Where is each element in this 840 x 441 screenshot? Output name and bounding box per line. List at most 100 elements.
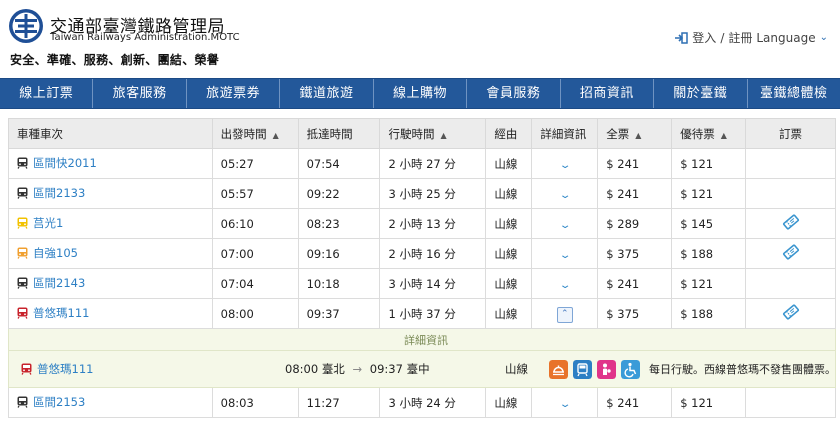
train-link[interactable]: 普悠瑪111 <box>17 305 89 321</box>
register-link[interactable]: 註冊 <box>728 29 752 46</box>
nav-item-checkup[interactable]: 臺鐵總體檢 <box>748 79 840 108</box>
detail-toggle[interactable]: ⌄ <box>531 238 599 269</box>
train-link[interactable]: 自強105 <box>17 245 78 261</box>
col-discount-fare[interactable]: 優待票 ▲ <box>671 118 747 149</box>
duration: 1 小時 37 分 <box>379 298 487 329</box>
train-icon <box>17 157 28 169</box>
discount-fare: $ 145 <box>671 208 747 239</box>
detail-toggle[interactable]: ⌄ <box>531 268 599 299</box>
booking-cell[interactable] <box>745 298 836 329</box>
nav-item-travel-tickets[interactable]: 旅遊票券 <box>187 79 281 108</box>
table-row[interactable]: 區間2133 05:57 09:22 3 小時 25 分 山線 ⌄ $ 241 … <box>8 178 836 209</box>
full-fare: $ 241 <box>597 268 673 299</box>
nav-item-online-booking[interactable]: 線上訂票 <box>0 79 94 108</box>
detail-toggle[interactable]: ⌄ <box>531 208 599 239</box>
train-link[interactable]: 區間2133 <box>17 185 85 201</box>
train-icon <box>21 363 32 375</box>
via: 山線 <box>485 148 533 179</box>
expand-detail-icon[interactable]: ⌄ <box>559 250 572 261</box>
separator: / <box>720 30 725 45</box>
full-fare: $ 241 <box>597 178 673 209</box>
expand-detail-icon[interactable]: ⌄ <box>559 160 572 171</box>
user-links: 登入 / 註冊 Language ⌄ <box>674 29 828 46</box>
col-depart[interactable]: 出發時間 ▲ <box>211 118 299 149</box>
col-arrive: 抵達時間 <box>297 118 381 149</box>
depart-time: 06:10 <box>211 208 299 239</box>
detail-row: 普悠瑪111 08:00 臺北 → 09:37 臺中 山線 每日行駛。西線普悠瑪… <box>8 350 836 388</box>
nav-item-about[interactable]: 關於臺鐵 <box>654 79 748 108</box>
nav-item-passenger-service[interactable]: 旅客服務 <box>93 79 187 108</box>
feature-icons <box>549 359 640 379</box>
expand-detail-icon[interactable]: ⌄ <box>559 399 572 410</box>
bicycle-icon <box>573 359 592 379</box>
login-link[interactable]: 登入 <box>692 29 716 46</box>
table-row[interactable]: 區間2153 08:03 11:27 3 小時 24 分 山線 ⌄ $ 241 … <box>8 387 836 418</box>
detail-train-link[interactable]: 普悠瑪111 <box>21 361 93 377</box>
expand-detail-icon[interactable]: ⌄ <box>559 280 572 291</box>
duration: 2 小時 16 分 <box>379 238 487 269</box>
sort-icon[interactable]: ▲ <box>635 131 641 140</box>
full-fare: $ 241 <box>597 387 673 418</box>
detail-header-row: 詳細資訊 <box>8 328 836 351</box>
arrive-time: 09:22 <box>297 178 381 209</box>
arrive-time: 11:27 <box>297 387 381 418</box>
train-icon <box>17 277 28 289</box>
expand-detail-icon[interactable]: ⌄ <box>559 190 572 201</box>
tra-logo-icon[interactable] <box>8 8 44 44</box>
site-header: 交通部臺灣鐵路管理局 Taiwan Railways Administratio… <box>0 0 840 78</box>
via: 山線 <box>485 178 533 209</box>
depart-time: 08:03 <box>211 387 299 418</box>
ticket-icon[interactable] <box>782 243 800 261</box>
col-full-fare[interactable]: 全票 ▲ <box>597 118 673 149</box>
full-fare: $ 375 <box>597 238 673 269</box>
detail-toggle[interactable]: ⌄ <box>531 387 599 418</box>
train-link[interactable]: 莒光1 <box>17 215 63 231</box>
booking-cell[interactable] <box>745 208 836 239</box>
via: 山線 <box>485 238 533 269</box>
detail-toggle[interactable]: ⌃ <box>531 298 599 329</box>
detail-toggle[interactable]: ⌄ <box>531 148 599 179</box>
nav-item-railway-travel[interactable]: 鐵道旅遊 <box>280 79 374 108</box>
expand-detail-icon[interactable]: ⌄ <box>559 220 572 231</box>
arrive-time: 09:16 <box>297 238 381 269</box>
chevron-down-icon[interactable]: ⌄ <box>820 32 828 43</box>
language-selector[interactable]: Language <box>756 31 815 45</box>
wheelchair-accessible-icon <box>621 359 640 379</box>
train-link[interactable]: 區間2153 <box>17 394 85 410</box>
duration: 3 小時 24 分 <box>379 387 487 418</box>
nav-item-investment[interactable]: 招商資訊 <box>561 79 655 108</box>
discount-fare: $ 121 <box>671 148 747 179</box>
arrive-time: 07:54 <box>297 148 381 179</box>
depart-time: 08:00 <box>211 298 299 329</box>
sort-icon[interactable]: ▲ <box>273 131 279 140</box>
login-arrow-icon <box>675 31 689 44</box>
detail-toggle[interactable]: ⌄ <box>531 178 599 209</box>
train-link[interactable]: 區間2143 <box>17 275 85 291</box>
ticket-icon[interactable] <box>782 303 800 321</box>
detail-note: 每日行駛。西線普悠瑪不發售團體票。 <box>649 363 836 376</box>
table-row[interactable]: 普悠瑪111 08:00 09:37 1 小時 37 分 山線 ⌃ $ 375 … <box>8 298 836 329</box>
discount-fare: $ 121 <box>671 268 747 299</box>
col-duration[interactable]: 行駛時間 ▲ <box>379 118 487 149</box>
table-row[interactable]: 莒光1 06:10 08:23 2 小時 13 分 山線 ⌄ $ 289 $ 1… <box>8 208 836 239</box>
discount-fare: $ 121 <box>671 387 747 418</box>
depart-time: 05:57 <box>211 178 299 209</box>
booking-cell[interactable] <box>745 238 836 269</box>
discount-fare: $ 188 <box>671 298 747 329</box>
duration: 3 小時 25 分 <box>379 178 487 209</box>
table-row[interactable]: 區間快2011 05:27 07:54 2 小時 27 分 山線 ⌄ $ 241… <box>8 148 836 179</box>
table-row[interactable]: 自強105 07:00 09:16 2 小時 16 分 山線 ⌄ $ 375 $… <box>8 238 836 269</box>
nav-item-member-service[interactable]: 會員服務 <box>467 79 561 108</box>
train-link[interactable]: 區間快2011 <box>17 155 97 171</box>
collapse-detail-button[interactable]: ⌃ <box>556 306 573 323</box>
train-icon <box>17 396 28 408</box>
arrive-time: 09:37 <box>297 298 381 329</box>
sort-icon[interactable]: ▲ <box>440 131 446 140</box>
duration: 3 小時 14 分 <box>379 268 487 299</box>
sort-icon[interactable]: ▲ <box>721 131 727 140</box>
full-fare: $ 289 <box>597 208 673 239</box>
discount-fare: $ 121 <box>671 178 747 209</box>
ticket-icon[interactable] <box>782 213 800 231</box>
table-row[interactable]: 區間2143 07:04 10:18 3 小時 14 分 山線 ⌄ $ 241 … <box>8 268 836 299</box>
nav-item-online-shopping[interactable]: 線上購物 <box>374 79 468 108</box>
